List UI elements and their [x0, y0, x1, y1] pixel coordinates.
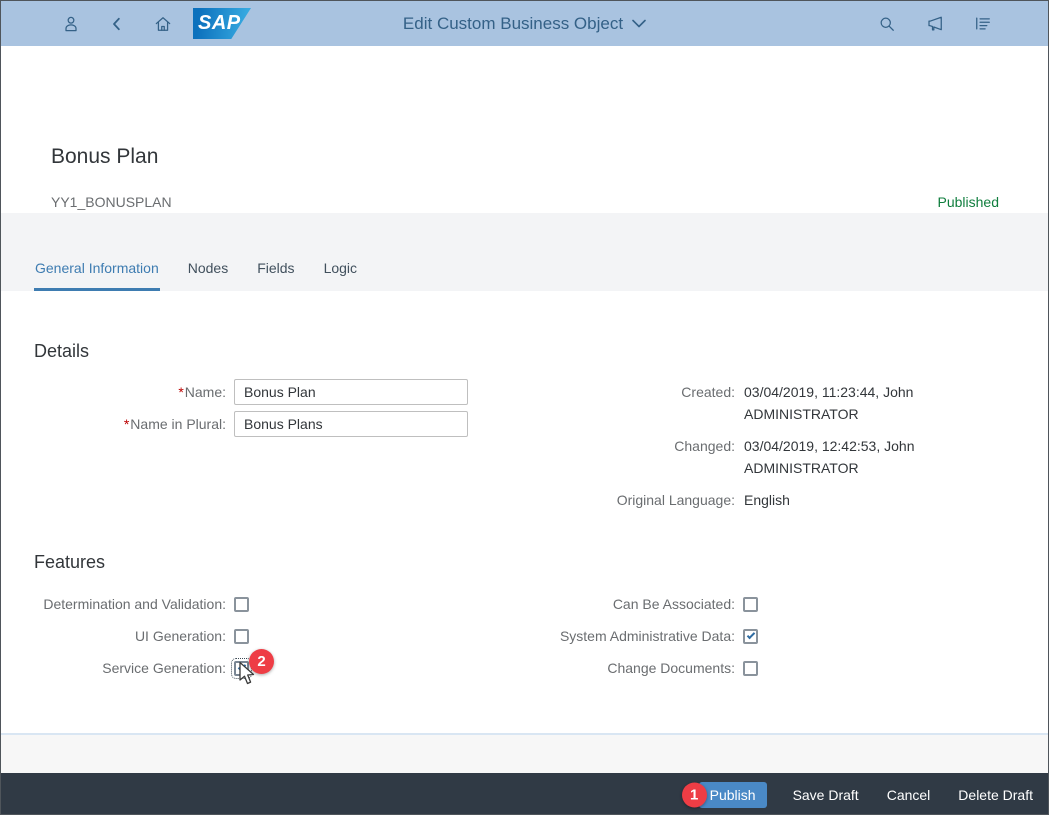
footer-spacer — [1, 733, 1048, 773]
home-icon[interactable] — [153, 14, 173, 34]
ui-generation-row: UI Generation: — [1, 620, 249, 652]
app-window: SAP Edit Custom Business Object Bonus Pl… — [0, 0, 1049, 815]
publish-button[interactable]: Publish — [698, 781, 767, 808]
page-subtitle: YY1_BONUSPLAN — [51, 194, 172, 210]
details-form: *Name: *Name in Plural: — [1, 376, 468, 440]
tab-list: General Information Nodes Fields Logic — [34, 250, 358, 291]
tab-nodes[interactable]: Nodes — [187, 250, 229, 291]
shell-right-group — [877, 1, 993, 46]
name-label: *Name: — [178, 384, 226, 400]
shell-left-group: SAP — [61, 1, 251, 46]
mouse-cursor-icon — [239, 661, 255, 685]
menu-list-icon[interactable] — [973, 14, 993, 34]
name-plural-label: *Name in Plural: — [123, 416, 226, 432]
search-icon[interactable] — [877, 14, 897, 34]
sap-logo[interactable]: SAP — [193, 8, 251, 39]
tab-general-information[interactable]: General Information — [34, 250, 160, 291]
change-documents-checkbox[interactable] — [743, 660, 758, 676]
features-left-column: Determination and Validation: UI Generat… — [1, 588, 252, 684]
original-language-label: Original Language: — [616, 492, 735, 508]
publish-button-wrap: 1 Publish — [681, 781, 767, 808]
changed-value: 03/04/2019, 12:42:53, John ADMINISTRATOR — [744, 438, 915, 476]
save-draft-button[interactable]: Save Draft — [791, 787, 861, 803]
determination-validation-label: Determination and Validation: — [43, 596, 226, 612]
changed-row: Changed: 03/04/2019, 12:42:53, John ADMIN… — [531, 435, 914, 479]
tab-strip: General Information Nodes Fields Logic — [1, 213, 1048, 291]
name-plural-row: *Name in Plural: — [1, 408, 468, 440]
created-value: 03/04/2019, 11:23:44, John ADMINISTRATOR — [744, 384, 914, 422]
required-marker: * — [123, 416, 130, 432]
system-admin-data-label: System Administrative Data: — [559, 628, 735, 644]
ui-generation-checkbox[interactable] — [234, 628, 249, 644]
checkmark-icon — [746, 630, 756, 639]
status-badge: Published — [937, 194, 1000, 210]
user-profile-icon[interactable] — [61, 14, 81, 34]
ui-generation-label: UI Generation: — [134, 628, 226, 644]
annotation-step-1: 1 — [681, 782, 707, 807]
features-heading: Features — [34, 552, 106, 572]
determination-validation-row: Determination and Validation: — [1, 588, 249, 620]
app-title-menu[interactable]: Edit Custom Business Object — [403, 14, 646, 34]
object-page-header: Bonus Plan YY1_BONUSPLAN Published — [1, 46, 1048, 213]
tab-logic[interactable]: Logic — [323, 250, 358, 291]
can-be-associated-checkbox[interactable] — [743, 596, 758, 612]
features-right-column: Can Be Associated: System Administrative… — [531, 588, 758, 684]
determination-validation-checkbox[interactable] — [234, 596, 249, 612]
name-input[interactable] — [234, 379, 468, 405]
original-language-value: English — [744, 492, 790, 508]
change-documents-label: Change Documents: — [607, 660, 735, 676]
details-heading: Details — [34, 341, 90, 361]
tab-fields[interactable]: Fields — [256, 250, 295, 291]
megaphone-icon[interactable] — [925, 14, 945, 34]
system-admin-data-checkbox[interactable] — [743, 628, 758, 644]
original-language-row: Original Language: English — [531, 489, 914, 511]
app-title: Edit Custom Business Object — [402, 13, 624, 33]
name-row: *Name: — [1, 376, 468, 408]
cancel-button[interactable]: Cancel — [885, 787, 933, 803]
chevron-down-icon — [632, 19, 646, 28]
can-be-associated-label: Can Be Associated: — [612, 596, 735, 612]
shell-header: SAP Edit Custom Business Object — [1, 1, 1048, 46]
created-row: Created: 03/04/2019, 11:23:44, John ADMIN… — [531, 381, 914, 425]
admin-info: Created: 03/04/2019, 11:23:44, John ADMIN… — [531, 381, 915, 521]
back-icon[interactable] — [107, 14, 127, 34]
general-information-panel: Details *Name: *Name in Plural: Created:… — [1, 291, 1048, 733]
changed-label: Changed: — [674, 438, 735, 454]
created-label: Created: — [681, 384, 735, 400]
system-admin-data-row: System Administrative Data: — [531, 620, 758, 652]
change-documents-row: Change Documents: — [531, 652, 758, 684]
required-marker: * — [178, 384, 184, 400]
can-be-associated-row: Can Be Associated: — [531, 588, 758, 620]
service-generation-row: Service Generation: — [1, 652, 252, 684]
footer-toolbar: 1 Publish Save Draft Cancel Delete Draft — [1, 773, 1048, 814]
page-title: Bonus Plan — [51, 145, 159, 168]
name-plural-input[interactable] — [234, 411, 468, 437]
delete-draft-button[interactable]: Delete Draft — [956, 787, 1035, 803]
service-generation-label: Service Generation: — [102, 660, 226, 676]
